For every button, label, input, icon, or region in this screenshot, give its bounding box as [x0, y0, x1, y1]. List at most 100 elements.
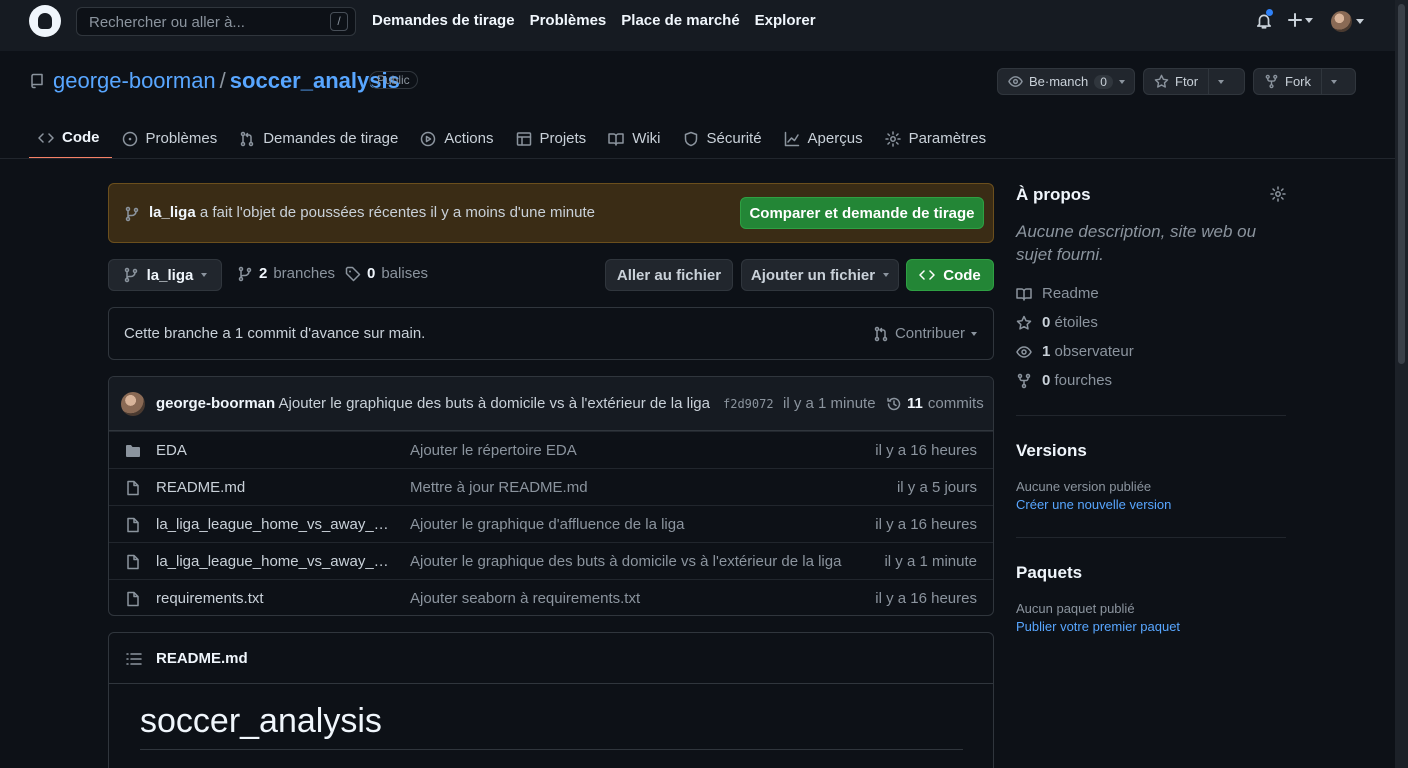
commit-sha[interactable]: f2d9072: [723, 397, 774, 411]
nav-explore[interactable]: Explorer: [755, 12, 816, 29]
table-row[interactable]: la_liga_league_home_vs_away_goa... Ajout…: [109, 542, 993, 579]
tab-security[interactable]: Sécurité: [674, 118, 774, 159]
commits-label: commits: [927, 395, 984, 412]
graph-icon: [784, 131, 799, 146]
search-box[interactable]: /: [76, 7, 356, 36]
code-button-label: Code: [943, 266, 981, 284]
releases-title[interactable]: Versions: [1016, 441, 1087, 461]
tags-link[interactable]: 0 balises: [345, 265, 428, 282]
user-menu[interactable]: [1331, 11, 1364, 32]
add-file-button[interactable]: Ajouter un fichier: [741, 259, 899, 291]
repo-icon: [29, 73, 45, 89]
contribute-label: Contribuer: [894, 325, 965, 342]
fork-button[interactable]: Fork: [1253, 68, 1356, 95]
search-input[interactable]: [89, 12, 329, 32]
create-release-link[interactable]: Créer une nouvelle version: [1016, 497, 1171, 512]
file-commit-message[interactable]: Mettre à jour README.md: [410, 479, 588, 496]
file-name[interactable]: EDA: [156, 442, 396, 459]
file-commit-message[interactable]: Ajouter le graphique d'affluence de la l…: [410, 516, 684, 533]
recent-push-message: a fait l'objet de poussées récentes il y…: [195, 204, 595, 221]
tab-projects[interactable]: Projets: [507, 118, 599, 159]
tab-wiki[interactable]: Wiki: [599, 118, 672, 159]
about-title: À propos: [1016, 185, 1091, 204]
contribute-button[interactable]: Contribuer: [873, 325, 977, 342]
latest-commit-message[interactable]: george-boorman Ajouter le graphique des …: [156, 395, 710, 412]
branches-count: 2: [259, 265, 268, 282]
file-name[interactable]: la_liga_league_home_vs_away_goa...: [156, 553, 396, 570]
file-icon: [125, 480, 141, 496]
fork-dropdown[interactable]: [1321, 69, 1346, 94]
packages-title[interactable]: Paquets: [1016, 563, 1082, 583]
stars-link[interactable]: 0 étoiles: [1016, 314, 1098, 331]
shield-icon: [684, 131, 697, 146]
commit-message-text: Ajouter le graphique des buts à domicile…: [275, 395, 710, 412]
nav-pull-requests[interactable]: Demandes de tirage: [372, 12, 515, 29]
notification-dot: [1266, 9, 1273, 16]
list-icon[interactable]: [126, 652, 142, 666]
readme-header: README.md: [109, 633, 993, 684]
table-row[interactable]: EDA Ajouter le répertoire EDA il y a 16 …: [109, 431, 993, 468]
tab-code[interactable]: Code: [29, 118, 112, 159]
publish-package-link[interactable]: Publier votre premier paquet: [1016, 619, 1180, 634]
star-dropdown[interactable]: [1208, 69, 1233, 94]
forks-link[interactable]: 0 fourches: [1016, 372, 1112, 389]
code-button[interactable]: Code: [906, 259, 994, 291]
compare-pull-request-button[interactable]: Comparer et demande de tirage: [740, 197, 984, 229]
readme-link[interactable]: Readme: [1016, 285, 1099, 302]
file-age: il y a 16 heures: [875, 516, 977, 533]
scrollbar-thumb[interactable]: [1398, 4, 1405, 364]
visibility-badge: Public: [369, 71, 418, 89]
tab-issues[interactable]: Problèmes: [113, 118, 230, 159]
table-row[interactable]: README.md Mettre à jour README.md il y a…: [109, 468, 993, 505]
nav-issues[interactable]: Problèmes: [530, 12, 607, 29]
file-name[interactable]: requirements.txt: [156, 590, 396, 607]
eye-icon: [1016, 345, 1032, 358]
tab-insights[interactable]: Aperçus: [775, 118, 875, 159]
folder-icon: [125, 443, 141, 459]
star-icon: [1016, 315, 1032, 330]
file-name[interactable]: la_liga_league_home_vs_away_att...: [156, 516, 396, 533]
tab-pull-requests[interactable]: Demandes de tirage: [230, 118, 410, 159]
repo-header: george-boorman / soccer_analysis Public …: [0, 51, 1395, 159]
file-commit-message[interactable]: Ajouter le répertoire EDA: [410, 442, 577, 459]
file-commit-message[interactable]: Ajouter seaborn à requirements.txt: [410, 590, 640, 607]
file-icon: [125, 517, 141, 533]
table-icon: [516, 131, 531, 146]
file-age: il y a 16 heures: [875, 442, 977, 459]
watchers-link[interactable]: 1 observateur: [1016, 343, 1134, 360]
watch-button[interactable]: Be·manch 0: [997, 68, 1135, 95]
recent-push-text: la_liga a fait l'objet de poussées récen…: [149, 204, 595, 221]
tags-label: balises: [381, 265, 429, 282]
fork-label: Fork: [1285, 74, 1311, 89]
table-row[interactable]: la_liga_league_home_vs_away_att... Ajout…: [109, 505, 993, 542]
chevron-down-icon: [1305, 17, 1313, 23]
commit-author[interactable]: george-boorman: [156, 395, 275, 412]
stars-label: étoiles: [1054, 314, 1098, 331]
star-button[interactable]: Ftor: [1143, 68, 1245, 95]
file-name[interactable]: README.md: [156, 479, 396, 496]
gear-icon[interactable]: [1270, 186, 1286, 202]
file-icon: [125, 554, 141, 570]
readme-filename[interactable]: README.md: [156, 650, 248, 667]
create-new-menu[interactable]: [1287, 12, 1313, 28]
recent-push-branch[interactable]: la_liga: [149, 204, 196, 221]
nav-marketplace[interactable]: Place de marché: [621, 12, 739, 29]
repo-owner-link[interactable]: george-boorman: [53, 68, 216, 94]
file-commit-message[interactable]: Ajouter le graphique des buts à domicile…: [410, 553, 841, 570]
branches-label: branches: [273, 265, 336, 282]
go-to-file-button[interactable]: Aller au fichier: [605, 259, 733, 291]
commits-history-link[interactable]: 11 commits: [886, 395, 984, 412]
commits-count: 11: [907, 395, 923, 412]
repo-tabs: Code Problèmes Demandes de tirage Action…: [29, 118, 999, 159]
watch-count: 0: [1094, 74, 1113, 89]
tab-actions[interactable]: Actions: [411, 118, 505, 159]
github-logo-icon[interactable]: [29, 5, 61, 37]
branches-link[interactable]: 2 branches: [237, 265, 335, 282]
avatar[interactable]: [121, 392, 145, 416]
branch-selector[interactable]: la_liga: [108, 259, 222, 291]
table-row[interactable]: requirements.txt Ajouter seaborn à requi…: [109, 579, 993, 615]
chevron-down-icon: [1118, 79, 1125, 84]
tab-label: Paramètres: [908, 130, 987, 147]
tab-settings[interactable]: Paramètres: [876, 118, 999, 159]
chevron-down-icon: [883, 273, 890, 277]
